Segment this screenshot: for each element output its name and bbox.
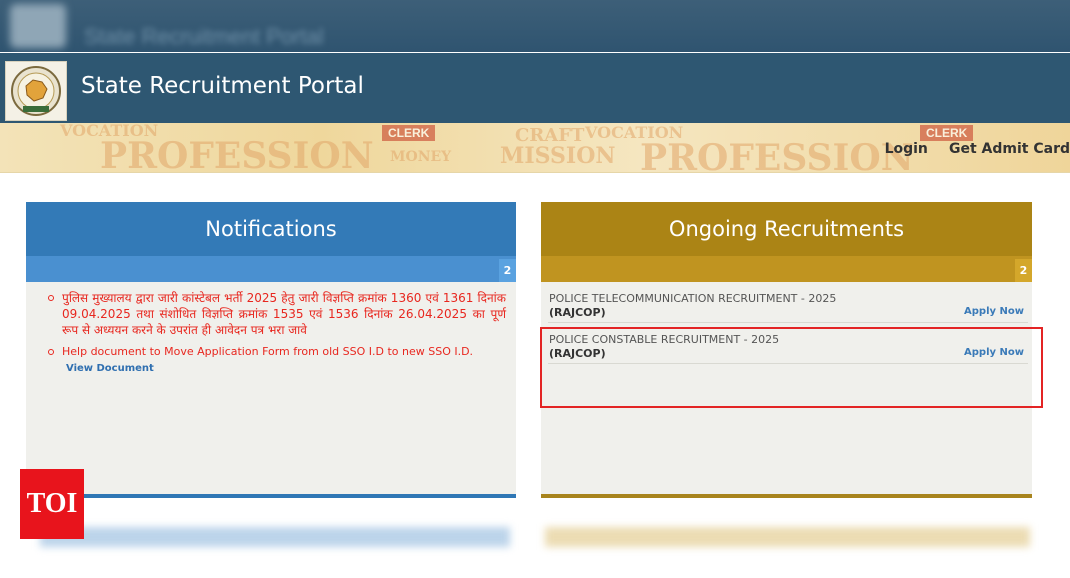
blurred-title: State Recruitment Portal (84, 24, 324, 49)
portal-title: State Recruitment Portal (81, 73, 364, 99)
site-header: State Recruitment Portal (0, 53, 1070, 123)
banner-word: MONEY (390, 149, 452, 165)
notifications-subbar: 2 (26, 256, 516, 282)
blurred-footer-left (40, 527, 510, 547)
portal-logo[interactable] (5, 61, 67, 121)
profession-banner: VOCATION PROFESSION CLERK MONEY MISSION … (0, 123, 1070, 173)
notification-text: पुलिस मुख्यालय द्वारा जारी कांस्टेबल भर्… (62, 291, 506, 337)
recruitment-title: POLICE TELECOMMUNICATION RECRUITMENT - 2… (549, 292, 837, 305)
top-nav: Login Get Admit Card (869, 138, 1070, 157)
notifications-list: पुलिस मुख्यालय द्वारा जारी कांस्टेबल भर्… (26, 282, 516, 377)
view-document-link[interactable]: View Document (66, 363, 154, 374)
blurred-top-strip: State Recruitment Portal (0, 0, 1070, 52)
login-link[interactable]: Login (885, 141, 928, 157)
banner-word: CLERK (382, 125, 436, 141)
blurred-logo (10, 4, 66, 48)
emblem-icon (11, 66, 61, 116)
bullet-icon (48, 349, 54, 355)
banner-word: PROFESSION (100, 135, 374, 173)
recruitments-count-badge: 2 (1015, 259, 1032, 282)
highlight-annotation (540, 327, 1043, 408)
notification-text: Help document to Move Application Form f… (62, 345, 474, 358)
banner-word: CRAFT (515, 125, 585, 146)
bullet-icon (48, 295, 54, 301)
notifications-panel: Notifications 2 पुलिस मुख्यालय द्वारा जा… (26, 202, 516, 498)
recruitments-heading: Ongoing Recruitments (541, 202, 1032, 256)
blurred-footer-right (545, 527, 1030, 547)
banner-word: MISSION (500, 143, 616, 169)
apply-now-button[interactable]: Apply Now (964, 306, 1024, 317)
admit-card-link[interactable]: Get Admit Card (949, 141, 1070, 157)
notifications-count-badge: 2 (499, 259, 516, 282)
notification-item[interactable]: Help document to Move Application Form f… (48, 344, 506, 377)
recruitment-org: (RAJCOP) (549, 306, 606, 319)
recruitment-item-telecom: POLICE TELECOMMUNICATION RECRUITMENT - 2… (548, 282, 1028, 323)
toi-watermark: TOI (20, 469, 84, 539)
notifications-heading: Notifications (26, 202, 516, 256)
notification-item[interactable]: पुलिस मुख्यालय द्वारा जारी कांस्टेबल भर्… (48, 290, 506, 338)
recruitments-subbar: 2 (541, 256, 1032, 282)
